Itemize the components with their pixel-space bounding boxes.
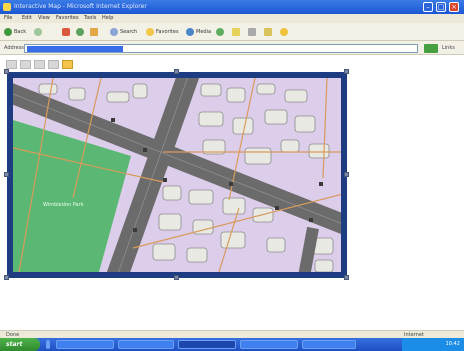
address-label: Address [4,45,24,51]
map-frame: Wimbledon Park [4,69,349,280]
resize-handle-sw[interactable] [4,275,9,280]
menu-favorites[interactable]: Favorites [56,15,79,21]
home-button[interactable] [90,27,98,37]
history-icon [216,28,224,36]
menu-help[interactable]: Help [102,15,113,21]
minimize-button[interactable]: – [423,2,433,12]
address-bar: Address Links [0,41,464,55]
home-icon [90,28,98,36]
browser-icon [3,3,11,11]
search-button[interactable]: Search [110,27,137,37]
menu-file[interactable]: File [4,15,12,21]
print-icon [248,28,256,36]
favorites-button[interactable]: Favorites [146,27,179,37]
messenger-icon [280,28,288,36]
back-button[interactable]: Back [4,27,26,37]
task-button-2[interactable] [118,340,174,349]
task-button-5[interactable] [302,340,356,349]
system-tray: 10:42 [402,338,464,351]
title-bar: Interactive Map - Microsoft Internet Exp… [0,0,464,14]
park-label: Wimbledon Park [43,202,84,208]
favorites-label: Favorites [156,29,179,35]
forward-button[interactable] [34,27,42,37]
page-content: Wimbledon Park [0,56,464,330]
search-label: Search [120,29,138,35]
quicklaunch-icon[interactable] [46,340,50,349]
search-icon [110,28,118,36]
history-button[interactable] [216,27,224,37]
media-icon [186,28,194,36]
resize-handle-s[interactable] [174,275,179,280]
mail-button[interactable] [232,27,240,37]
favorites-star-icon [146,28,154,36]
mail-icon [232,28,240,36]
edit-button[interactable] [264,27,272,37]
resize-handle-ne[interactable] [344,69,349,74]
resize-handle-w[interactable] [4,172,9,177]
stop-button[interactable] [62,27,70,37]
map-svg[interactable]: Wimbledon Park [13,78,341,272]
links-label[interactable]: Links [442,45,455,51]
window-title: Interactive Map - Microsoft Internet Exp… [14,3,147,10]
identify-icon[interactable] [48,60,59,69]
menu-tools[interactable]: Tools [84,15,96,21]
media-button[interactable]: Media [186,27,211,37]
taskbar: start 10:42 [0,338,464,351]
print-button[interactable] [248,27,256,37]
resize-handle-n[interactable] [174,69,179,74]
resize-handle-se[interactable] [344,275,349,280]
resize-handle-nw[interactable] [4,69,9,74]
menu-edit[interactable]: Edit [22,15,32,21]
map-toolbar [6,60,73,69]
zoom-in-icon[interactable] [6,60,17,69]
select-tool-icon[interactable] [62,60,73,69]
task-button-1[interactable] [56,340,114,349]
toolbar: Back Search Favorites Media [0,23,464,41]
menu-view[interactable]: View [38,15,50,21]
messenger-button[interactable] [280,27,288,37]
clock: 10:42 [445,341,460,347]
refresh-button[interactable] [76,27,84,37]
go-button[interactable] [424,44,438,53]
close-button[interactable]: × [449,2,459,12]
address-input[interactable] [24,44,418,53]
pan-icon[interactable] [34,60,45,69]
menu-bar: File Edit View Favorites Tools Help [0,14,464,23]
zoom-out-icon[interactable] [20,60,31,69]
maximize-button[interactable]: □ [436,2,446,12]
media-label: Media [196,29,212,35]
address-selection [27,46,123,52]
edit-icon [264,28,272,36]
stop-icon [62,28,70,36]
refresh-icon [76,28,84,36]
back-label: Back [14,29,27,35]
resize-handle-e[interactable] [344,172,349,177]
start-button[interactable]: start [0,338,40,351]
forward-arrow-icon [34,28,42,36]
status-bar: Done Internet [0,330,464,338]
task-button-4[interactable] [240,340,298,349]
task-button-3[interactable] [178,340,236,349]
map-canvas[interactable]: Wimbledon Park [13,78,341,272]
back-arrow-icon [4,28,12,36]
